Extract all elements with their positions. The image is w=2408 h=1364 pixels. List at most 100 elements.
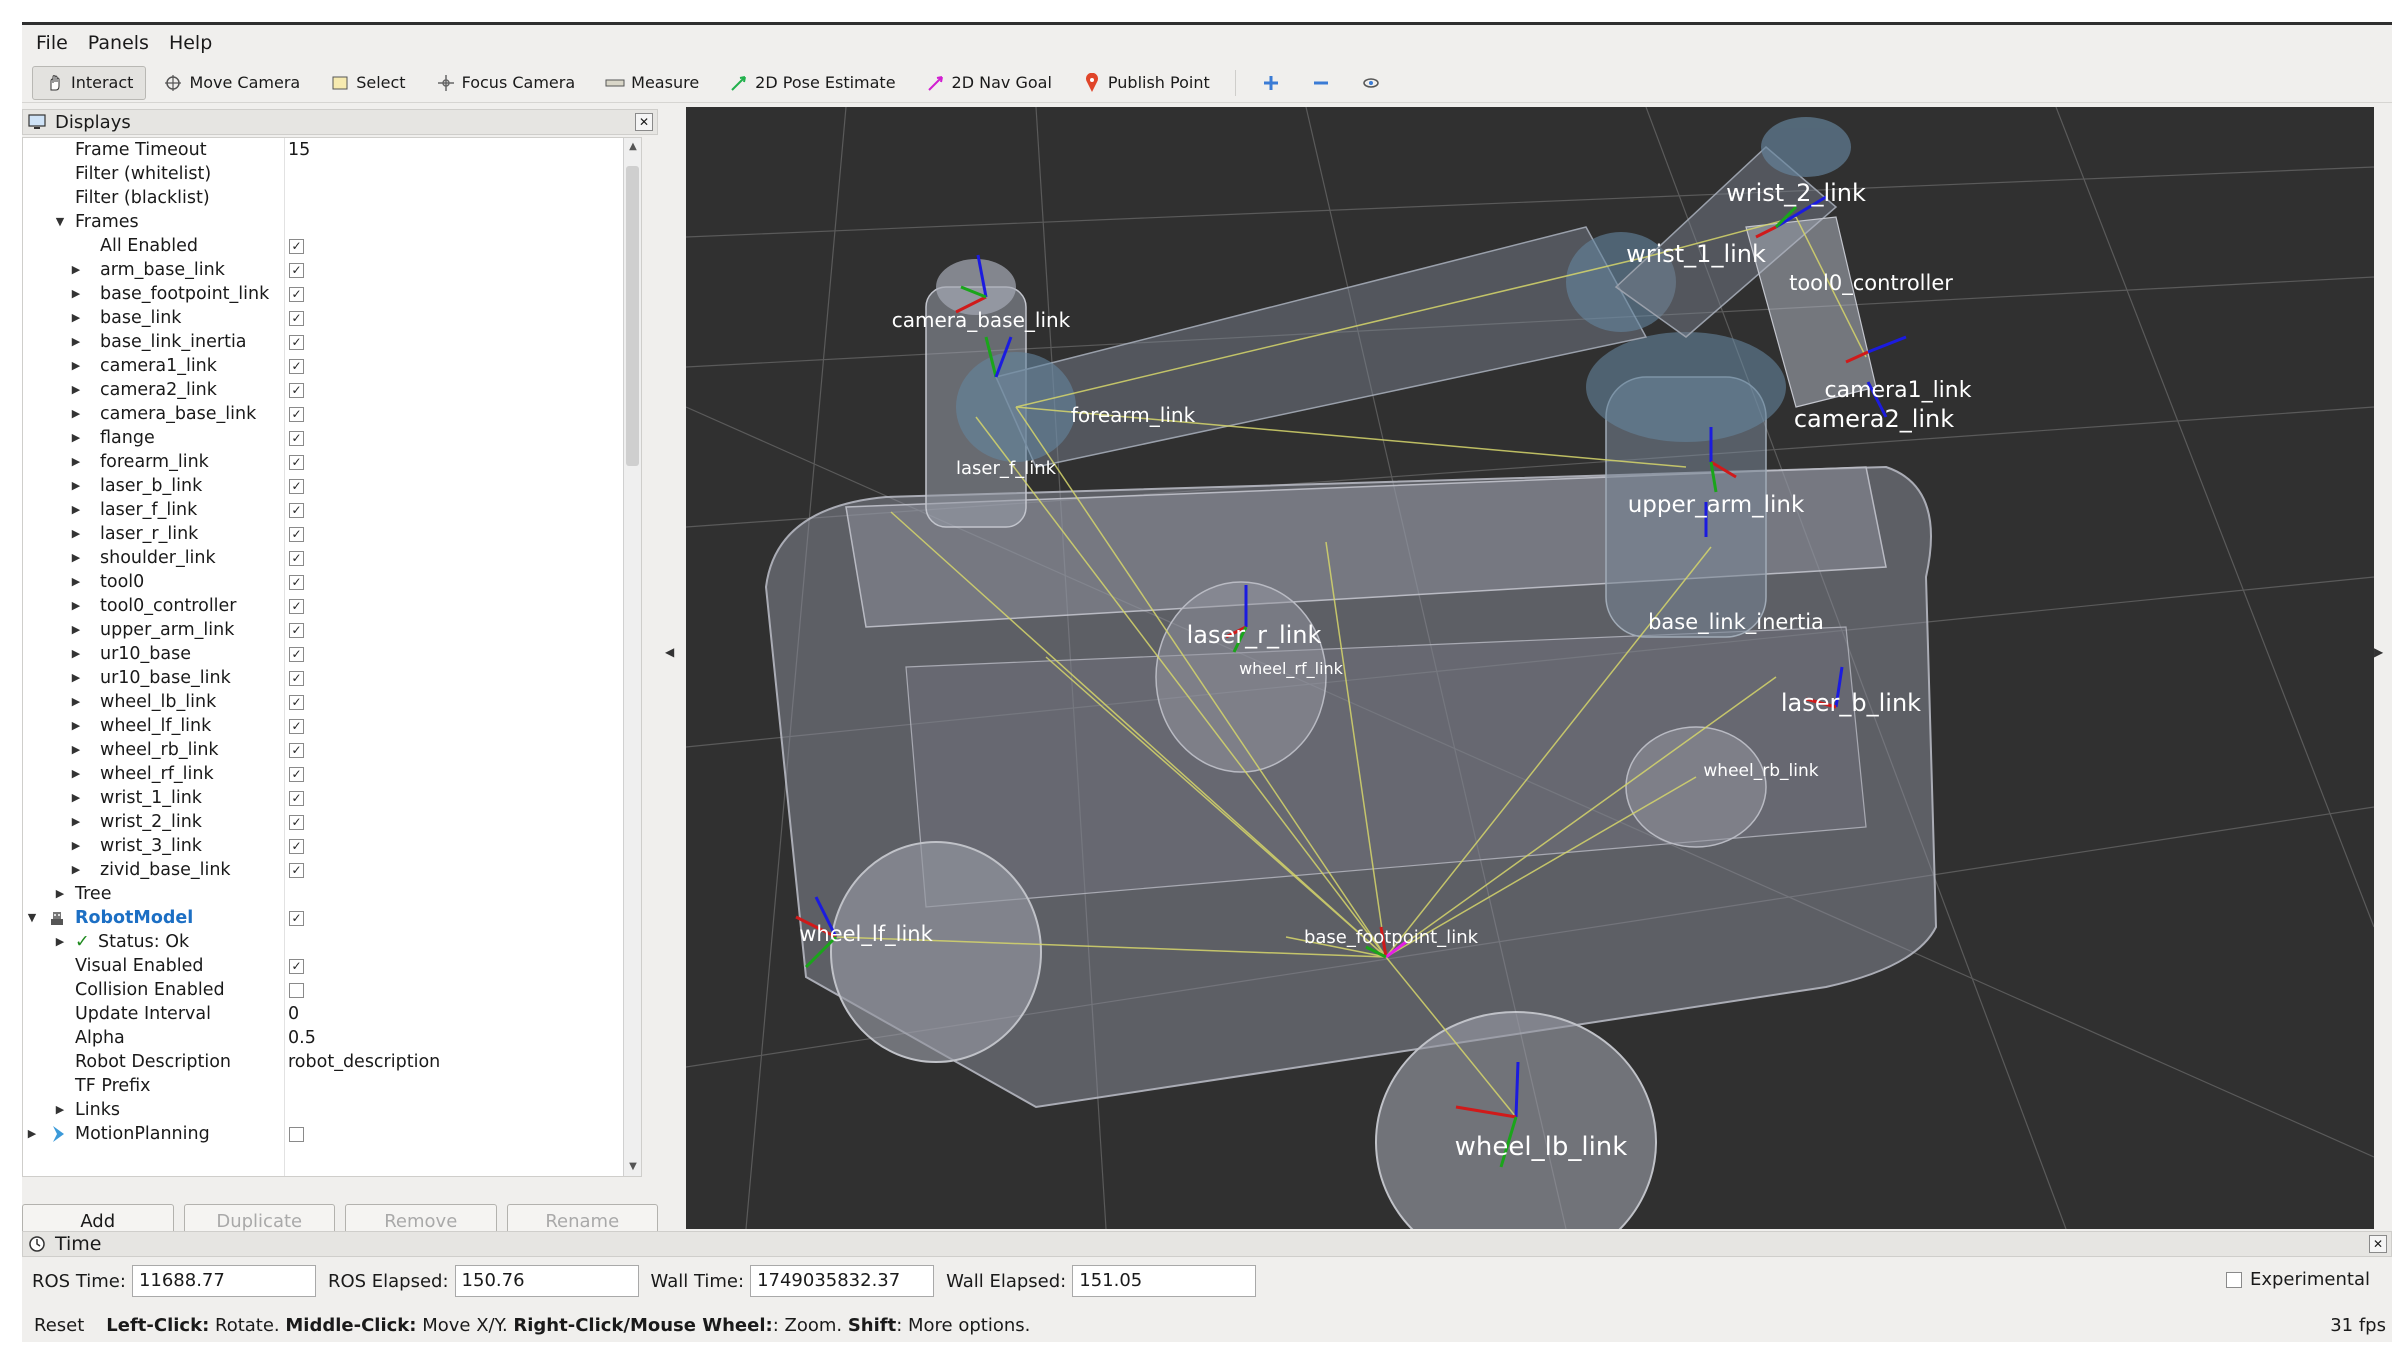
collapsed-arrow-icon[interactable]: ▶: [69, 546, 83, 570]
close-icon[interactable]: ✕: [635, 113, 653, 131]
tree-row-status[interactable]: ▶ ✓ Status: Ok: [23, 930, 623, 954]
menu-panels[interactable]: Panels: [80, 30, 157, 56]
collapsed-arrow-icon[interactable]: ▶: [69, 666, 83, 690]
collapsed-arrow-icon[interactable]: ▶: [69, 786, 83, 810]
collapsed-arrow-icon[interactable]: ▶: [69, 330, 83, 354]
collapsed-arrow-icon[interactable]: ▶: [69, 282, 83, 306]
ros-elapsed-field[interactable]: 150.76: [454, 1265, 639, 1297]
alpha-value[interactable]: 0.5: [288, 1026, 316, 1050]
interact-tool-button[interactable]: Interact: [32, 65, 147, 100]
tree-row-frame[interactable]: ▶ wrist_3_link ✓: [23, 834, 623, 858]
collapse-right-panel-icon[interactable]: ▶: [2374, 645, 2383, 659]
frame-checkbox[interactable]: ✓: [289, 359, 304, 374]
frame-checkbox[interactable]: ✓: [289, 455, 304, 470]
frame-checkbox[interactable]: ✓: [289, 863, 304, 878]
collapsed-arrow-icon[interactable]: ▶: [69, 834, 83, 858]
frame-checkbox[interactable]: ✓: [289, 623, 304, 638]
displays-tree[interactable]: Frame Timeout 15 Filter (whitelist) Filt…: [22, 137, 642, 1177]
visual-enabled-checkbox[interactable]: ✓: [289, 959, 304, 974]
tree-row-frame[interactable]: ▶ wrist_1_link ✓: [23, 786, 623, 810]
collapsed-arrow-icon[interactable]: ▶: [69, 762, 83, 786]
collapsed-arrow-icon[interactable]: ▶: [53, 1098, 67, 1122]
tool-properties-button[interactable]: [1348, 66, 1394, 100]
tree-row-frame[interactable]: ▶ base_link ✓: [23, 306, 623, 330]
collapsed-arrow-icon[interactable]: ▶: [69, 714, 83, 738]
tree-row-frame[interactable]: ▶ tool0_controller ✓: [23, 594, 623, 618]
tree-row-frame[interactable]: ▶ base_link_inertia ✓: [23, 330, 623, 354]
3d-viewport[interactable]: wrist_2_link wrist_1_link tool0_controll…: [686, 107, 2374, 1229]
collapsed-arrow-icon[interactable]: ▶: [69, 642, 83, 666]
collapsed-arrow-icon[interactable]: ▶: [69, 354, 83, 378]
frame-checkbox[interactable]: ✓: [289, 479, 304, 494]
remove-tool-button[interactable]: [1298, 66, 1344, 100]
tree-row-frame[interactable]: ▶ camera_base_link ✓: [23, 402, 623, 426]
tree-row-frame[interactable]: ▶ zivid_base_link ✓: [23, 858, 623, 882]
frame-checkbox[interactable]: ✓: [289, 551, 304, 566]
tree-row-filter-blacklist[interactable]: Filter (blacklist): [23, 186, 623, 210]
tree-row-frame[interactable]: ▶ base_footpoint_link ✓: [23, 282, 623, 306]
experimental-checkbox[interactable]: [2225, 1271, 2242, 1288]
robot-description-value[interactable]: robot_description: [288, 1050, 440, 1074]
tree-row-frame[interactable]: ▶ arm_base_link ✓: [23, 258, 623, 282]
frame-checkbox[interactable]: ✓: [289, 695, 304, 710]
collapsed-arrow-icon[interactable]: ▶: [25, 1122, 39, 1146]
nav-goal-tool-button[interactable]: 2D Nav Goal: [913, 66, 1065, 100]
tree-row-frame[interactable]: ▶ ur10_base_link ✓: [23, 666, 623, 690]
tree-row-frame[interactable]: ▶ wheel_lf_link ✓: [23, 714, 623, 738]
tree-row-tree[interactable]: ▶ Tree: [23, 882, 623, 906]
frame-checkbox[interactable]: ✓: [289, 647, 304, 662]
collapsed-arrow-icon[interactable]: ▶: [53, 882, 67, 906]
collapsed-arrow-icon[interactable]: ▶: [69, 498, 83, 522]
frame-checkbox[interactable]: ✓: [289, 815, 304, 830]
tree-row-frame[interactable]: ▶ shoulder_link ✓: [23, 546, 623, 570]
collapsed-arrow-icon[interactable]: ▶: [69, 858, 83, 882]
tree-row-links[interactable]: ▶ Links: [23, 1098, 623, 1122]
tree-row-update-interval[interactable]: Update Interval 0: [23, 1002, 623, 1026]
tree-row-visual-enabled[interactable]: Visual Enabled ✓: [23, 954, 623, 978]
frame-checkbox[interactable]: ✓: [289, 839, 304, 854]
measure-tool-button[interactable]: Measure: [592, 66, 712, 100]
frame-checkbox[interactable]: ✓: [289, 671, 304, 686]
frame-checkbox[interactable]: ✓: [289, 719, 304, 734]
displays-scrollbar[interactable]: ▲ ▼: [623, 138, 641, 1176]
tree-row-all-enabled[interactable]: All Enabled ✓: [23, 234, 623, 258]
pose-estimate-tool-button[interactable]: 2D Pose Estimate: [716, 66, 908, 100]
tree-row-frame[interactable]: ▶ tool0 ✓: [23, 570, 623, 594]
collapsed-arrow-icon[interactable]: ▶: [69, 738, 83, 762]
collapsed-arrow-icon[interactable]: ▶: [69, 570, 83, 594]
collapsed-arrow-icon[interactable]: ▶: [69, 474, 83, 498]
frame-checkbox[interactable]: ✓: [289, 311, 304, 326]
tree-row-frame[interactable]: ▶ flange ✓: [23, 426, 623, 450]
collapsed-arrow-icon[interactable]: ▶: [69, 306, 83, 330]
frame-checkbox[interactable]: ✓: [289, 791, 304, 806]
frame-checkbox[interactable]: ✓: [289, 743, 304, 758]
frame-checkbox[interactable]: ✓: [289, 575, 304, 590]
frame-checkbox[interactable]: ✓: [289, 287, 304, 302]
menu-help[interactable]: Help: [161, 30, 220, 56]
ros-time-field[interactable]: 11688.77: [131, 1265, 316, 1297]
tree-row-frame[interactable]: ▶ ur10_base ✓: [23, 642, 623, 666]
frame-checkbox[interactable]: ✓: [289, 599, 304, 614]
collapsed-arrow-icon[interactable]: ▶: [69, 522, 83, 546]
tree-row-frame-timeout[interactable]: Frame Timeout 15: [23, 138, 623, 162]
frame-checkbox[interactable]: ✓: [289, 383, 304, 398]
tree-row-frame[interactable]: ▶ camera1_link ✓: [23, 354, 623, 378]
all-enabled-checkbox[interactable]: ✓: [289, 239, 304, 254]
tree-row-robot-model[interactable]: ▼ RobotModel ✓: [23, 906, 623, 930]
tree-row-frame[interactable]: ▶ forearm_link ✓: [23, 450, 623, 474]
reset-button[interactable]: Reset: [26, 1313, 92, 1338]
tree-row-robot-description[interactable]: Robot Description robot_description: [23, 1050, 623, 1074]
tree-row-alpha[interactable]: Alpha 0.5: [23, 1026, 623, 1050]
frame-checkbox[interactable]: ✓: [289, 767, 304, 782]
add-tool-button[interactable]: [1248, 66, 1294, 100]
menu-file[interactable]: File: [28, 30, 76, 56]
collapsed-arrow-icon[interactable]: ▶: [69, 594, 83, 618]
tree-row-motion-planning[interactable]: ▶ MotionPlanning: [23, 1122, 623, 1146]
wall-elapsed-field[interactable]: 151.05: [1072, 1265, 1257, 1297]
tree-row-filter-whitelist[interactable]: Filter (whitelist): [23, 162, 623, 186]
motion-planning-checkbox[interactable]: [289, 1127, 304, 1142]
tree-row-frame[interactable]: ▶ laser_f_link ✓: [23, 498, 623, 522]
frame-checkbox[interactable]: ✓: [289, 527, 304, 542]
collapsed-arrow-icon[interactable]: ▶: [69, 618, 83, 642]
collision-enabled-checkbox[interactable]: [289, 983, 304, 998]
